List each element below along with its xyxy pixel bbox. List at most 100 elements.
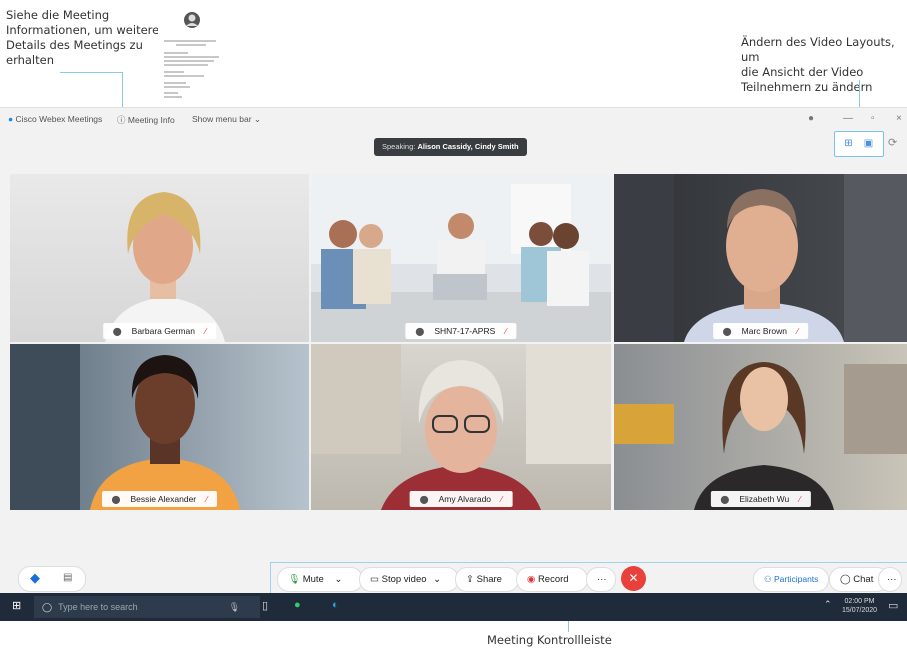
- muted-mic-icon: ⁄: [206, 495, 208, 504]
- annotation-line-3: Details des Meetings zu: [6, 38, 143, 52]
- video-tile[interactable]: ⬤ Barbara German ⁄: [10, 174, 309, 342]
- windows-taskbar: ⊞ ◯ Type here to search 🎙 ▯ ● ◐ ⌃ 02:00 P…: [0, 593, 907, 621]
- signal-icon: ⬤: [722, 327, 732, 336]
- windows-start-icon[interactable]: ⊞: [12, 599, 21, 612]
- user-avatar-icon[interactable]: ●: [808, 113, 814, 124]
- stop-video-button[interactable]: ▭ Stop video ⌄: [359, 567, 459, 592]
- annotation-line-3: Teilnehmern zu ändern: [741, 80, 873, 94]
- signal-icon: ⬤: [112, 327, 122, 336]
- notes-icon[interactable]: ▤: [63, 572, 72, 583]
- speaking-prefix: Speaking:: [382, 142, 416, 151]
- layout-switcher: ⊞ ▣: [834, 131, 884, 157]
- participant-nameplate: ⬤ Bessie Alexander ⁄: [101, 491, 218, 507]
- share-button[interactable]: ⇪ Share: [455, 567, 519, 592]
- chat-label: Chat: [853, 574, 874, 585]
- share-label: Share: [476, 574, 502, 585]
- muted-mic-icon: ⁄: [501, 495, 503, 504]
- record-label: Record: [537, 574, 569, 585]
- participant-name: Elizabeth Wu: [739, 494, 790, 504]
- show-menu-bar-button[interactable]: Show menu bar ⌄: [192, 114, 261, 125]
- chevron-up-icon[interactable]: ⌃: [824, 599, 832, 610]
- participant-name: Bessie Alexander: [130, 494, 197, 504]
- participant-name: Barbara German: [131, 326, 195, 336]
- video-layout-annotation: Ändern des Video Layouts, um die Ansicht…: [741, 35, 907, 95]
- annotation-line-4: erhalten: [6, 53, 55, 67]
- info-icon: ⓘ: [117, 115, 126, 125]
- avatar-icon: [184, 12, 200, 28]
- video-tile[interactable]: ⬤ Marc Brown ⁄: [614, 174, 907, 342]
- video-tile[interactable]: ⬤ SHN7-17-APRS ⁄: [311, 174, 611, 342]
- microphone-icon[interactable]: 🎙: [229, 596, 240, 618]
- more-icon: ···: [887, 574, 897, 585]
- more-panels-button[interactable]: ···: [878, 567, 902, 592]
- webex-logo-icon: ●: [8, 114, 14, 124]
- participants-button[interactable]: ⚇ Participants: [753, 567, 829, 592]
- webex-taskbar-icon[interactable]: ●: [294, 599, 301, 611]
- participant-video: [311, 174, 611, 342]
- microphone-icon: 🎙: [288, 574, 301, 585]
- participant-video: [614, 362, 907, 510]
- annotation-line-1: Ändern des Video Layouts, um: [741, 35, 895, 64]
- stop-video-label: Stop video: [381, 574, 427, 585]
- clock-date: 15/07/2020: [842, 607, 878, 614]
- close-icon: ✕: [628, 571, 639, 585]
- speaking-names: Alison Cassidy, Cindy Smith: [417, 142, 519, 151]
- participants-icon: ⚇: [764, 574, 772, 584]
- speaking-indicator: Speaking: Alison Cassidy, Cindy Smith: [374, 138, 527, 156]
- signal-icon: ⬤: [111, 495, 121, 504]
- notification-icon[interactable]: ▭: [888, 599, 898, 612]
- record-icon: ◉: [527, 574, 536, 585]
- share-icon: ⇪: [466, 574, 474, 585]
- video-tile[interactable]: ⬤ Bessie Alexander ⁄: [10, 344, 309, 510]
- participant-video: [10, 344, 240, 510]
- participants-label: Participants: [774, 574, 819, 584]
- muted-mic-icon: ⁄: [799, 495, 801, 504]
- maximize-button[interactable]: ▫: [871, 113, 875, 124]
- edge-browser-icon[interactable]: ◐: [332, 599, 339, 611]
- participant-video: [105, 192, 225, 342]
- stage-view-icon[interactable]: ▣: [862, 137, 875, 150]
- muted-mic-icon: ⁄: [796, 327, 799, 336]
- annotation-line-1: Siehe die Meeting: [6, 8, 110, 22]
- meeting-info-preview: [158, 8, 226, 102]
- cortana-icon: ◯: [42, 602, 53, 612]
- task-view-icon[interactable]: ▯: [262, 599, 268, 612]
- app-name: Cisco Webex Meetings: [15, 114, 103, 124]
- more-options-button[interactable]: ···: [586, 567, 616, 592]
- annotation-connector: [60, 72, 123, 73]
- annotation-line-2: Informationen, um weitere: [6, 23, 160, 37]
- chevron-down-icon[interactable]: ⌄: [334, 574, 342, 585]
- webex-assistant-button[interactable]: ◆ ▤: [18, 566, 86, 592]
- end-meeting-button[interactable]: ✕: [621, 566, 646, 591]
- muted-mic-icon: ⁄: [204, 327, 207, 336]
- participant-nameplate: ⬤ Marc Brown ⁄: [712, 323, 809, 339]
- app-title: ● Cisco Webex Meetings: [8, 114, 102, 124]
- meeting-info-label: Meeting Info: [127, 115, 175, 125]
- video-tile[interactable]: ⬤ Amy Alvarado ⁄: [311, 344, 611, 510]
- camera-icon: ▭: [370, 574, 379, 585]
- participant-video: [614, 174, 907, 342]
- record-button[interactable]: ◉ Record: [516, 567, 588, 592]
- chat-icon: ◯: [840, 574, 851, 585]
- mute-button[interactable]: 🎙 Mute ⌄: [277, 567, 363, 592]
- participant-nameplate: ⬤ SHN7-17-APRS ⁄: [405, 323, 517, 339]
- control-bar-annotation: Meeting Kontrollleiste: [487, 633, 612, 647]
- system-clock[interactable]: 02:00 PM 15/07/2020: [842, 597, 877, 615]
- taskbar-search[interactable]: ◯ Type here to search 🎙: [34, 596, 260, 618]
- more-icon: ···: [597, 574, 607, 585]
- chevron-down-icon[interactable]: ⌄: [433, 574, 441, 585]
- participant-name: Marc Brown: [741, 326, 787, 336]
- meeting-info-button[interactable]: ⓘ Meeting Info: [117, 114, 175, 126]
- close-button[interactable]: ×: [896, 113, 902, 124]
- grid-view-icon[interactable]: ⊞: [842, 137, 855, 150]
- show-menu-label: Show menu bar: [192, 114, 252, 124]
- mute-label: Mute: [302, 574, 324, 585]
- participant-name: Amy Alvarado: [438, 494, 492, 504]
- participant-nameplate: ⬤ Amy Alvarado ⁄: [409, 491, 513, 507]
- meeting-info-annotation: Siehe die Meeting Informationen, um weit…: [6, 8, 159, 68]
- annotation-line-2: die Ansicht der Video: [741, 65, 864, 79]
- video-tile[interactable]: ⬤ Elizabeth Wu ⁄: [614, 344, 907, 510]
- fullscreen-icon[interactable]: ⟳: [888, 136, 897, 149]
- minimize-button[interactable]: —: [843, 113, 853, 124]
- meeting-control-bar: 🎙 Mute ⌄ ▭ Stop video ⌄ ⇪ Share ◉ Record…: [270, 562, 907, 595]
